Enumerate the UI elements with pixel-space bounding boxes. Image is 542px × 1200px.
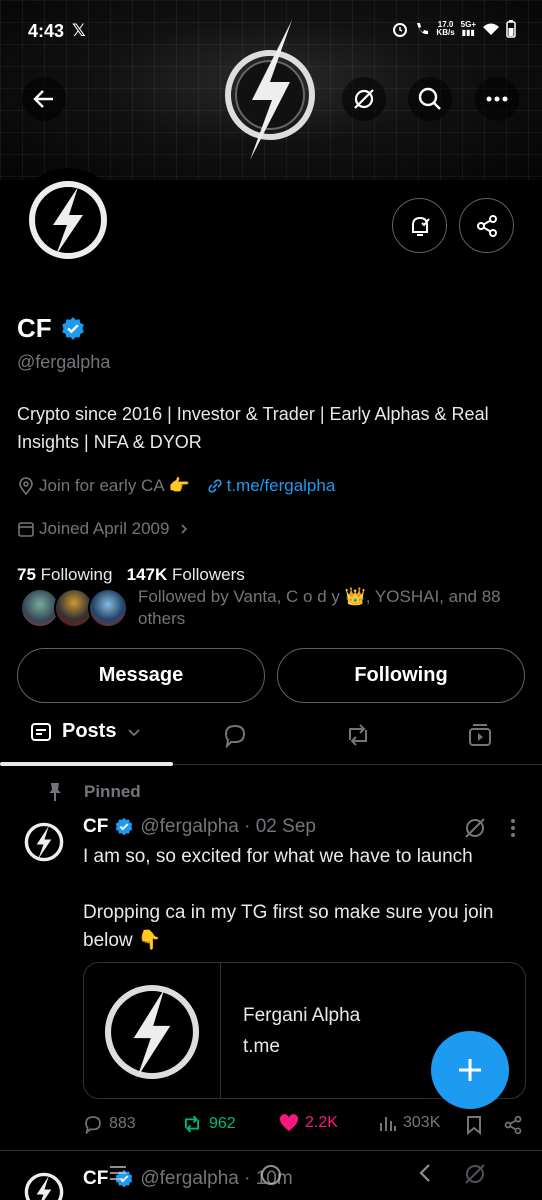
grok-icon[interactable] xyxy=(463,816,487,840)
share-icon xyxy=(476,214,497,237)
views-action[interactable]: 303K xyxy=(379,1114,440,1132)
link-card-domain: t.me xyxy=(243,1036,280,1057)
notifications-button[interactable] xyxy=(392,198,447,253)
like-action[interactable]: 2.2K xyxy=(279,1114,338,1132)
wifi-icon xyxy=(483,23,499,35)
pinned-label: Pinned xyxy=(84,782,141,801)
profile-tabs: Posts xyxy=(0,710,542,766)
followed-by-text: Followed by Vanta, C o d y 👑, YOSHAI, an… xyxy=(138,587,501,628)
net-speed: 17.0 KB/s xyxy=(436,21,454,37)
tab-media[interactable] xyxy=(467,722,493,748)
more-horizontal-icon xyxy=(486,96,508,102)
profile-location: Join for early CA 👉 xyxy=(39,476,190,495)
following-button[interactable]: Following xyxy=(277,648,525,703)
lightning-logo-avatar xyxy=(29,181,107,259)
battery-icon xyxy=(506,20,516,38)
alarm-icon xyxy=(393,23,408,37)
verified-badge-icon[interactable] xyxy=(60,316,86,342)
reply-action[interactable]: 883 xyxy=(83,1114,136,1134)
repost-action[interactable]: 962 xyxy=(181,1114,236,1134)
net-type: 5G+ ▮▮▮ xyxy=(460,20,476,37)
share-icon[interactable] xyxy=(503,1115,523,1135)
profile-avatar[interactable] xyxy=(16,168,120,272)
status-time: 4:43 xyxy=(28,21,65,41)
profile-joined: Joined April 2009 xyxy=(39,519,170,538)
followers-label: Followers xyxy=(172,565,245,584)
more-options-button[interactable] xyxy=(475,77,519,121)
grok-icon[interactable] xyxy=(463,1162,487,1186)
profile-name: CF xyxy=(17,313,52,343)
link-card-image xyxy=(84,963,221,1098)
post-avatar[interactable] xyxy=(20,818,68,866)
followers-link[interactable]: 147K Followers xyxy=(127,565,245,584)
follow-counts: 75 Following 147K Followers xyxy=(17,565,245,585)
link-icon xyxy=(208,479,222,493)
verified-badge-icon xyxy=(115,817,133,836)
grok-icon xyxy=(354,89,374,109)
pin-icon xyxy=(49,783,61,801)
following-count: 75 xyxy=(17,565,36,584)
heart-icon xyxy=(279,1114,299,1131)
post-text: I am so, so excited for what we have to … xyxy=(83,846,494,951)
share-profile-button[interactable] xyxy=(459,198,514,253)
back-nav-icon[interactable] xyxy=(416,1162,434,1184)
profile-website-link[interactable]: t.me/fergalpha xyxy=(227,476,336,496)
profile-bio: Crypto since 2016 | Investor & Trader | … xyxy=(17,404,489,452)
follower-avatars xyxy=(20,588,130,628)
arrow-left-icon xyxy=(33,90,53,108)
followers-count: 147K xyxy=(126,565,168,584)
status-icons: 17.0 KB/s 5G+ ▮▮▮ xyxy=(392,20,516,38)
tab-posts[interactable]: Posts xyxy=(30,720,142,743)
wifi-call-icon xyxy=(417,23,429,35)
avatar xyxy=(88,588,128,628)
profile-name-row: CF xyxy=(17,313,86,344)
profile-joined-row[interactable]: Joined April 2009 xyxy=(17,519,191,539)
post-header: CF @fergalpha · 02 Sep xyxy=(83,816,316,838)
net-speed-unit: KB/s xyxy=(436,28,455,37)
x-logo-icon: 𝕏 xyxy=(72,21,86,40)
bell-check-icon xyxy=(411,216,430,236)
post-author-name[interactable]: CF xyxy=(83,816,108,838)
calendar-icon xyxy=(18,522,34,537)
back-button[interactable] xyxy=(22,77,66,121)
tab-replies[interactable] xyxy=(222,722,248,748)
post-handle-time: @fergalpha · 02 Sep xyxy=(140,816,316,837)
like-count: 2.2K xyxy=(305,1114,338,1131)
post-more-icon[interactable] xyxy=(508,818,518,838)
grok-button[interactable] xyxy=(342,77,386,121)
following-label: Following xyxy=(40,565,113,584)
system-nav-bar xyxy=(0,1150,542,1200)
chevron-right-icon xyxy=(181,524,188,534)
status-bar: 4:43 𝕏 17.0 KB/s 5G+ ▮▮▮ xyxy=(0,0,542,62)
reply-count: 883 xyxy=(109,1115,136,1132)
views-count: 303K xyxy=(403,1114,441,1131)
tab-reposts[interactable] xyxy=(344,722,372,748)
tab-active-indicator xyxy=(0,762,173,766)
search-button[interactable] xyxy=(408,77,452,121)
views-chart-icon xyxy=(380,1117,396,1131)
pinned-indicator: Pinned xyxy=(46,782,141,802)
profile-handle: @fergalpha xyxy=(17,352,111,372)
recent-apps-icon[interactable] xyxy=(107,1162,129,1184)
chevron-down-icon xyxy=(128,728,141,736)
lightning-logo-avatar xyxy=(24,822,64,862)
bookmark-icon[interactable] xyxy=(465,1115,483,1135)
message-button[interactable]: Message xyxy=(17,648,265,703)
repost-count: 962 xyxy=(209,1115,236,1132)
following-link[interactable]: 75 Following xyxy=(17,565,112,584)
tab-posts-label: Posts xyxy=(62,720,117,742)
reply-icon xyxy=(85,1116,101,1134)
home-icon[interactable] xyxy=(258,1162,284,1188)
search-icon xyxy=(418,87,441,110)
plus-icon xyxy=(459,1059,481,1081)
compose-post-button[interactable] xyxy=(431,1031,509,1109)
profile-location-link-row: Join for early CA 👉 t.me/fergalpha xyxy=(17,476,335,496)
link-card-title: Fergani Alpha xyxy=(243,1005,361,1026)
repost-icon xyxy=(184,1115,200,1133)
location-pin-icon xyxy=(19,477,33,495)
lightning-logo-card xyxy=(104,984,200,1079)
posts-icon xyxy=(31,722,51,741)
post-actions: 883 962 2.2K 303K xyxy=(83,1114,533,1138)
